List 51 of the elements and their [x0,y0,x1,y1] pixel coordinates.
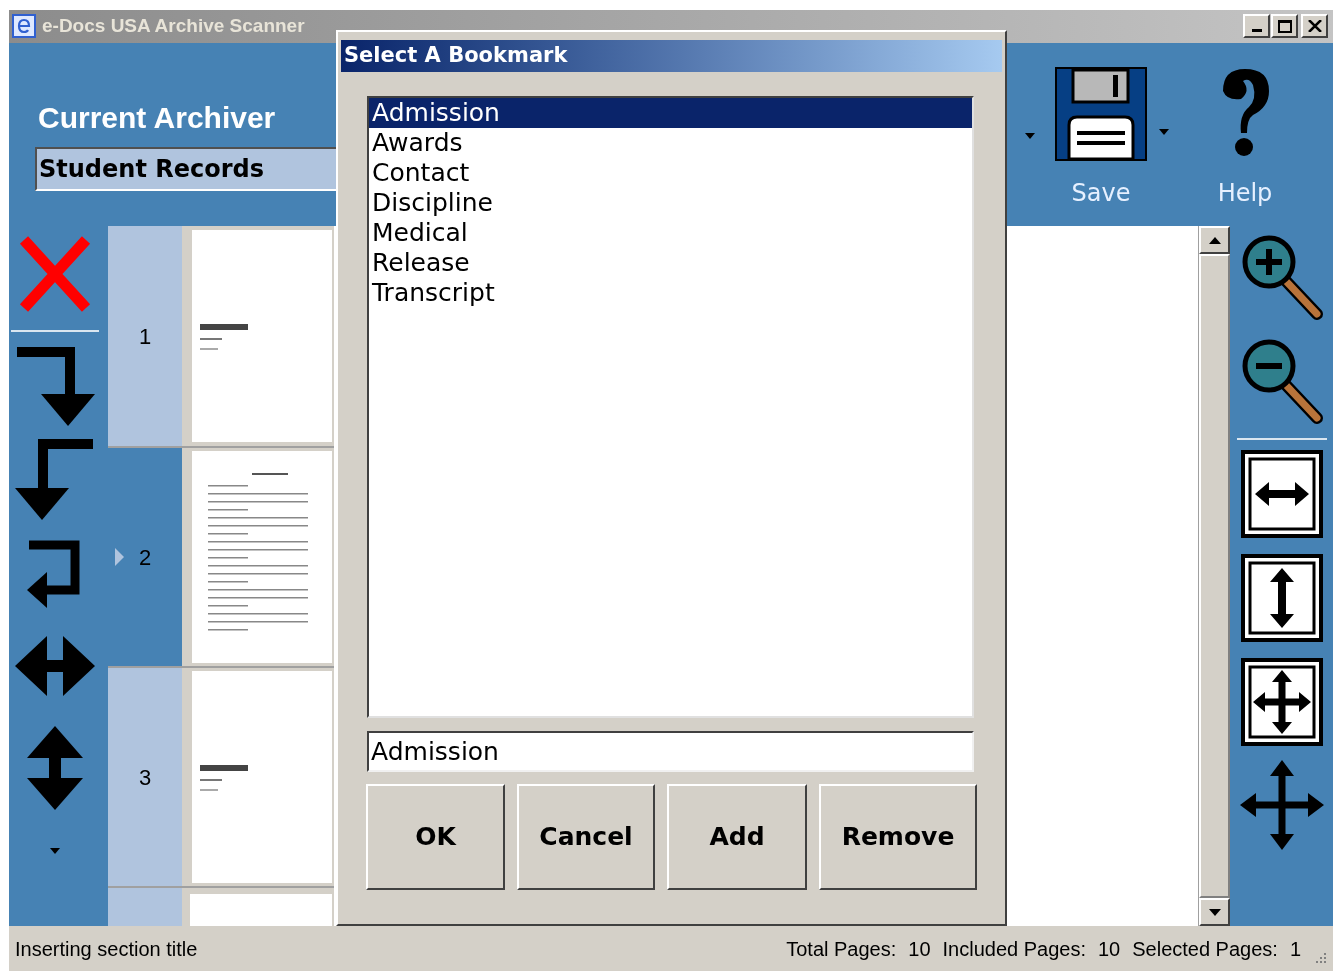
up-arrow-icon [1208,236,1221,244]
bookmark-item[interactable]: Release [369,248,972,278]
total-pages-label: Total Pages: [786,936,897,962]
minimize-button[interactable] [1243,14,1270,39]
bookmark-list[interactable]: Admission Awards Contact Discipline Medical Release Transcript [367,96,974,718]
included-pages-label: Included Pages: [942,936,1086,962]
included-pages-count: 10 [1097,936,1121,962]
bookmark-item[interactable]: Discipline [369,188,972,218]
save-button[interactable]: Save [1055,67,1147,211]
dialog-title: Select A Bookmark [341,40,1002,72]
bookmark-item[interactable]: Contact [369,158,972,188]
horizontal-arrows-icon[interactable] [14,636,95,697]
ok-button[interactable]: OK [366,784,505,890]
bookmark-item[interactable]: Transcript [369,278,972,308]
total-pages-count: 10 [908,936,931,962]
help-button[interactable]: Help [1215,67,1275,211]
dropdown-caret-icon[interactable] [1159,129,1169,135]
remove-button[interactable]: Remove [819,784,977,890]
fit-page-icon[interactable] [1240,658,1323,747]
heading: Current Archiver [38,100,276,136]
bookmark-item[interactable]: Awards [369,128,972,158]
app-icon [12,14,36,39]
page-number-cell[interactable]: 1 [108,226,182,447]
scroll-down-button[interactable] [1199,898,1230,927]
dropdown-caret-icon[interactable] [1025,133,1035,139]
down-arrow-icon [1208,908,1221,916]
row-pointer-icon [115,548,124,567]
zoom-out-icon[interactable] [1240,338,1323,425]
window-title: e-Docs USA Archive Scanner [42,14,305,39]
scroll-caret-icon[interactable] [49,848,60,855]
status-message: Inserting section title [15,936,198,962]
maximize-button[interactable] [1271,14,1298,39]
selected-pages-label: Selected Pages: [1132,936,1278,962]
bookmark-name-field[interactable]: Admission [367,731,974,772]
bookmark-item[interactable]: Admission [369,98,972,128]
page-number-cell[interactable]: 2 [108,448,182,667]
close-button[interactable] [1301,14,1328,39]
fit-height-icon[interactable] [1240,554,1323,643]
vertical-arrows-icon[interactable] [26,726,83,811]
selected-pages-count: 1 [1289,936,1301,962]
scroll-up-button[interactable] [1199,226,1230,255]
page-number-cell[interactable] [108,888,182,927]
fit-width-icon[interactable] [1240,450,1323,539]
close-icon [1307,20,1322,33]
page-number-cell[interactable]: 3 [108,668,182,887]
turn-down-arrow-icon[interactable] [14,346,95,427]
cancel-button[interactable]: Cancel [517,784,655,890]
add-button[interactable]: Add [667,784,807,890]
zoom-in-icon[interactable] [1240,234,1323,321]
move-icon[interactable] [1239,760,1324,851]
bookmark-item[interactable]: Medical [369,218,972,248]
